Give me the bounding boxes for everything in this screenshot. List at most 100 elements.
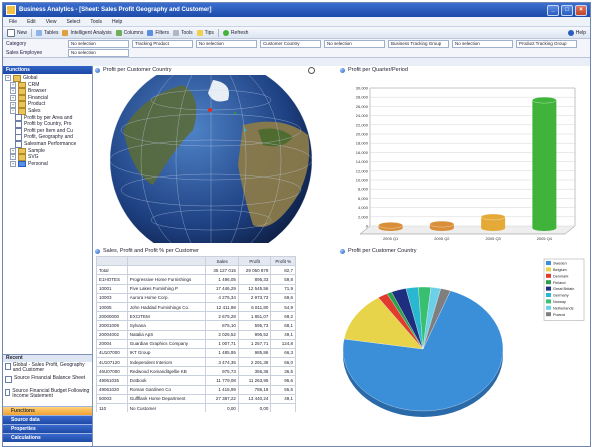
expand-toggle-icon[interactable]: + (10, 101, 16, 108)
table-row[interactable]: 10005 John Haddad Furnishings Co. 12 411,9… (96, 301, 296, 313)
table-cell: 69,2 (270, 311, 296, 322)
table-cell: 2 291,38 (237, 357, 272, 368)
recent-header: Recent (3, 355, 92, 362)
y-tick-label: 2,000 (358, 214, 369, 219)
legend-label: Belgium (553, 268, 567, 272)
table-row[interactable]: 20000000 EXCITEM 2 675,28 1 851,07 69,2 (96, 311, 296, 322)
expand-toggle-icon[interactable]: + (10, 154, 16, 161)
nav-source-data[interactable]: Source data (3, 415, 92, 424)
table-row[interactable]: 20004 Guardian Graphics Company 1 007,71 1 … (96, 338, 296, 349)
recent-item[interactable]: Source Financial Budget Following Income… (3, 388, 92, 401)
tables-button[interactable]: Tables (36, 29, 58, 36)
menu-select[interactable]: Select (66, 19, 80, 25)
nav-calculations[interactable]: Calculations (3, 433, 92, 442)
table-cell: 10005 (96, 301, 128, 313)
magnify-icon[interactable] (308, 67, 315, 74)
filter-dropdown[interactable]: No selection (68, 39, 129, 48)
table-row[interactable]: 49061035 Dotbook 11 779,08 11 263,95 95,6 (96, 375, 296, 386)
table-row[interactable]: 10001 Five Lakes Furnishing P 17 446,29 12 … (96, 283, 296, 294)
tree-item[interactable]: + Product (3, 101, 92, 108)
tips-button[interactable]: Tips (196, 29, 214, 36)
y-tick-label: 28,000 (356, 95, 369, 100)
maximize-button[interactable]: □ (561, 4, 573, 16)
tree-item[interactable]: + Personal (3, 161, 92, 168)
table-row[interactable]: 4U107120 Independent Interiors 3 474,35 2 2… (96, 357, 296, 368)
bar[interactable] (480, 213, 506, 231)
menu-edit[interactable]: Edit (27, 19, 36, 25)
table-row[interactable]: 110 No Customer 0,00 0,00 (96, 402, 296, 412)
expand-toggle-icon[interactable]: + (5, 75, 11, 82)
refresh-button[interactable]: Refresh (222, 29, 248, 36)
intelligent-analysis-button[interactable]: Intelligent Analysis (62, 29, 112, 36)
filter-dropdown[interactable]: Customer Country (260, 39, 321, 48)
filter-dropdown[interactable]: No selection (324, 39, 385, 48)
table-cell: 36,5 (270, 366, 296, 377)
legend-swatch (546, 261, 551, 265)
recent-item[interactable]: Global - Sales Profit, Geography and Cus… (3, 362, 92, 375)
tree-item[interactable]: + Sample (3, 148, 92, 155)
table-cell: 95,6 (270, 375, 296, 386)
sidebar-header: Functions (3, 66, 92, 74)
expand-toggle-icon[interactable]: + (10, 161, 16, 168)
table-row[interactable]: 46U07000 Redwood Komanditgellie KB 975,73 3… (96, 366, 296, 377)
table-row[interactable]: 4U107000 IKT Group 1 485,95 985,86 66,3 (96, 347, 296, 359)
tools-button[interactable]: Tools (172, 29, 193, 36)
column-header[interactable] (126, 255, 207, 267)
tree-item[interactable]: + CRM (3, 82, 92, 89)
tree-item[interactable]: + Browser (3, 88, 92, 95)
help-button[interactable]: Help (567, 29, 586, 36)
filter-dropdown[interactable]: No selection (452, 39, 513, 48)
nav-properties[interactable]: Properties (3, 424, 92, 433)
close-button[interactable]: × (575, 4, 587, 16)
expand-toggle-icon[interactable]: − (10, 108, 16, 115)
filter-dropdown[interactable]: Business Tracking Group (388, 39, 449, 48)
tree-item[interactable]: + SVG (3, 154, 92, 161)
globe-map[interactable] (93, 75, 333, 243)
tree-item-label: Profit, Geography and (24, 134, 73, 141)
map-marker[interactable] (233, 111, 237, 115)
title-bar: Business Analytics - [Sheet: Sales Profi… (3, 3, 590, 17)
folder-icon (18, 101, 26, 108)
recent-item[interactable]: Source Financial Balance Sheet (3, 375, 92, 388)
filter-dropdown[interactable]: No selection (68, 48, 129, 57)
table-row[interactable]: 20004002 Natalia ApS 2 026,52 995,52 49,1 (96, 329, 296, 340)
table-cell: 1 257,71 (237, 338, 272, 349)
legend-label: Sweden (553, 262, 567, 266)
menu-file[interactable]: File (9, 19, 17, 25)
menu-help[interactable]: Help (112, 19, 122, 25)
column-header[interactable] (96, 255, 128, 267)
tree-item[interactable]: + Global (3, 75, 92, 82)
filter-dropdown[interactable]: No selection (196, 39, 257, 48)
filter-dropdown[interactable]: Product Tracking Group (516, 39, 577, 48)
table-row[interactable]: 10003 Aurora Home Corp. 4 275,34 2 973,73 69… (96, 292, 296, 303)
menu-view[interactable]: View (46, 19, 57, 25)
bar[interactable] (378, 222, 403, 231)
column-header[interactable]: Profit % (270, 255, 296, 267)
table-cell: 2 973,73 (237, 292, 272, 303)
folder-icon (18, 88, 26, 95)
expand-toggle-icon[interactable]: + (10, 95, 16, 102)
table-row[interactable]: 50003 Gulfflank Home Department 27 387,22 1… (96, 393, 296, 405)
tree-item[interactable]: + Financial (3, 95, 92, 102)
column-header[interactable]: Sales (205, 255, 239, 267)
expand-toggle-icon[interactable]: + (10, 147, 16, 154)
nav-functions[interactable]: Functions (3, 406, 92, 415)
table-row[interactable]: 20001009 Sylvana 875,10 595,73 68,1 (96, 320, 296, 331)
table-row[interactable]: E1HOTES Progressive Home Furnishings 1 496… (96, 274, 296, 285)
tree-item-label: Sales (28, 107, 41, 114)
tree-item[interactable]: Salesman Performance (3, 140, 92, 148)
new-button[interactable]: New (7, 28, 27, 37)
map-marker[interactable] (243, 128, 247, 132)
column-header[interactable]: Profit (237, 255, 272, 267)
filter-dropdown[interactable]: Tracking Product (132, 39, 193, 48)
filters-button[interactable]: Filters (147, 29, 169, 36)
table-row[interactable]: 49061020 Roman Gardinen Co 1 415,99 786,18 5… (96, 384, 296, 395)
bar[interactable] (532, 96, 557, 231)
expand-toggle-icon[interactable]: + (10, 88, 16, 95)
expand-toggle-icon[interactable]: + (10, 81, 16, 88)
map-marker[interactable] (208, 108, 212, 112)
minimize-button[interactable]: _ (547, 4, 559, 16)
menu-tools[interactable]: Tools (90, 19, 102, 25)
columns-button[interactable]: Columns (115, 29, 143, 36)
bar[interactable] (429, 220, 455, 231)
